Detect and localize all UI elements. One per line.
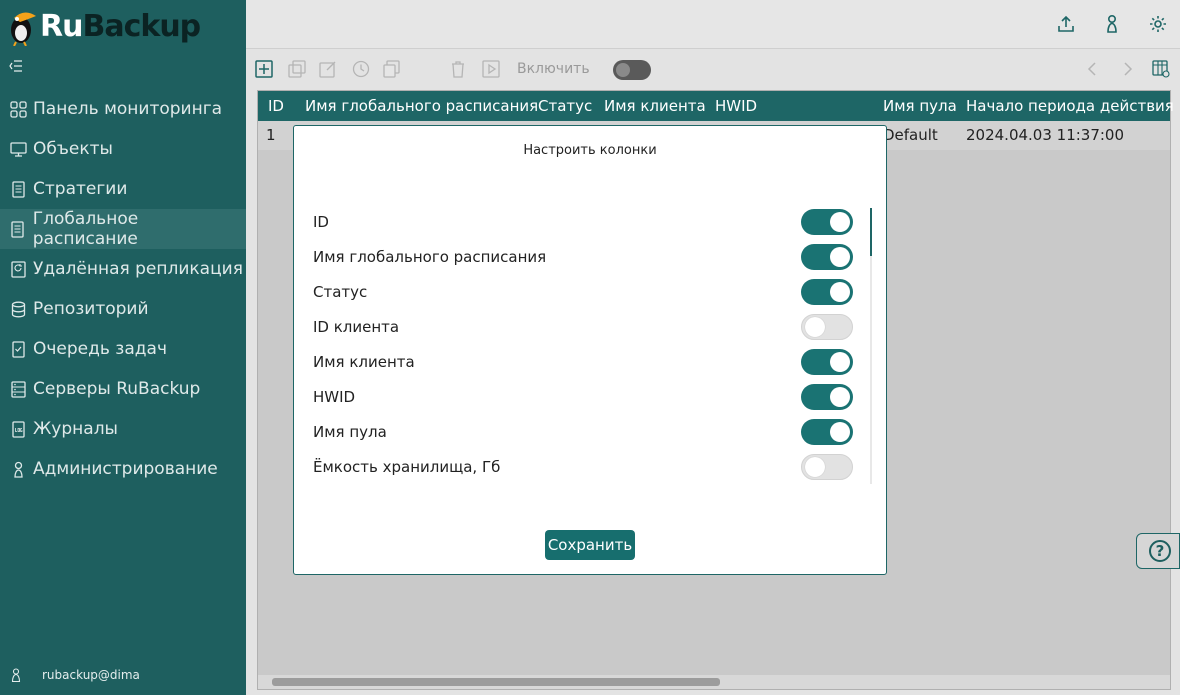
chevron-left-icon[interactable]	[1084, 60, 1102, 78]
column-header[interactable]: Имя пула	[883, 97, 957, 115]
cell-pool: Default	[883, 126, 938, 144]
top-bar	[246, 0, 1180, 49]
sidebar-item-label: Панель мониторинга	[33, 99, 223, 119]
column-toggle-switch[interactable]	[801, 384, 853, 410]
app-logo[interactable]: RuBackup	[6, 4, 201, 48]
sidebar-item-label: Удалённая репликация	[33, 259, 243, 279]
column-toggle-row: HWID	[313, 383, 873, 418]
cell-start: 2024.04.03 11:37:00	[966, 126, 1125, 144]
column-settings-icon[interactable]	[1152, 60, 1170, 78]
column-toggle-switch[interactable]	[801, 419, 853, 445]
save-button[interactable]: Сохранить	[545, 530, 635, 560]
column-toggle-label: ID клиента	[313, 318, 400, 336]
column-header[interactable]: Имя клиента	[604, 97, 706, 115]
sidebar-item-monitoring[interactable]: Панель мониторинга	[0, 89, 246, 129]
admin-icon	[9, 460, 27, 478]
server-icon	[9, 380, 27, 398]
current-user[interactable]: rubackup@dima	[10, 668, 140, 682]
sidebar-item-label: Стратегии	[33, 179, 128, 199]
configure-columns-dialog: Настроить колонки ID Имя глобального рас…	[293, 125, 887, 575]
cell-id: 1	[266, 126, 276, 144]
sidebar-nav: Панель мониторинга Объекты Стратегии Гло…	[0, 89, 246, 489]
column-toggle-label: Ёмкость хранилища, Гб	[313, 458, 501, 476]
sidebar-item-global-schedule[interactable]: Глобальное расписание	[0, 209, 246, 249]
enable-label: Включить	[517, 61, 590, 77]
column-toggle-label: ID	[313, 213, 329, 231]
delete-icon[interactable]	[449, 60, 467, 78]
column-toggle-switch[interactable]	[801, 314, 853, 340]
sidebar: RuBackup Панель мониторинга Объекты Стра…	[0, 0, 246, 695]
column-list-scrollbar[interactable]	[870, 208, 872, 484]
add-icon[interactable]	[255, 60, 273, 78]
column-toggle-list: ID Имя глобального расписания Статус ID …	[313, 208, 873, 484]
upload-icon[interactable]	[1056, 14, 1076, 34]
schedule-icon	[9, 220, 27, 238]
toucan-logo-icon	[11, 12, 36, 46]
column-toggle-row: Статус	[313, 278, 873, 313]
edit-icon[interactable]	[319, 60, 337, 78]
chevron-right-icon[interactable]	[1118, 60, 1136, 78]
column-toggle-label: Статус	[313, 283, 368, 301]
document-icon	[9, 180, 27, 198]
column-header[interactable]: ID	[268, 97, 284, 115]
clock-icon[interactable]	[352, 60, 370, 78]
logo-text: RuBackup	[40, 8, 201, 44]
checklist-icon	[9, 340, 27, 358]
column-toggle-switch[interactable]	[801, 244, 853, 270]
column-toggle-switch[interactable]	[801, 349, 853, 375]
sidebar-item-label: Репозиторий	[33, 299, 149, 319]
column-toggle-label: HWID	[313, 388, 356, 406]
enable-toggle[interactable]	[613, 60, 651, 80]
column-toggle-row: Имя клиента	[313, 348, 873, 383]
help-button[interactable]: ?	[1136, 533, 1180, 569]
sidebar-item-label: Серверы RuBackup	[33, 379, 201, 399]
table-header: ID Имя глобального расписания Статус Имя…	[258, 91, 1174, 121]
column-header[interactable]: Начало периода действия	[966, 97, 1174, 115]
column-toggle-row: Имя глобального расписания	[313, 243, 873, 278]
clone-icon[interactable]	[288, 60, 306, 78]
question-icon: ?	[1149, 540, 1171, 562]
sidebar-item-objects[interactable]: Объекты	[0, 129, 246, 169]
column-toggle-row: Ёмкость хранилища, Гб	[313, 453, 873, 484]
collapse-menu-icon[interactable]	[9, 60, 23, 76]
column-toggle-label: Имя глобального расписания	[313, 248, 547, 266]
column-toggle-row: ID клиента	[313, 313, 873, 348]
user-profile-icon[interactable]	[1102, 14, 1122, 34]
sidebar-item-label: Объекты	[33, 139, 113, 159]
run-icon[interactable]	[482, 60, 500, 78]
log-icon	[9, 420, 27, 438]
copy-icon[interactable]	[383, 60, 401, 78]
sidebar-item-administration[interactable]: Администрирование	[0, 449, 246, 489]
sidebar-item-logs[interactable]: Журналы	[0, 409, 246, 449]
monitor-icon	[9, 140, 27, 158]
column-toggle-row: Имя пула	[313, 418, 873, 453]
user-name: rubackup@dima	[42, 668, 140, 682]
column-header[interactable]: Статус	[538, 97, 592, 115]
sidebar-item-repository[interactable]: Репозиторий	[0, 289, 246, 329]
table-toolbar: Включить	[246, 56, 1180, 84]
sidebar-item-task-queue[interactable]: Очередь задач	[0, 329, 246, 369]
sidebar-item-label: Журналы	[33, 419, 118, 439]
column-toggle-switch[interactable]	[801, 209, 853, 235]
sidebar-item-label: Глобальное расписание	[32, 209, 139, 249]
column-header[interactable]: Имя глобального расписания	[305, 97, 538, 115]
column-toggle-row: ID	[313, 208, 873, 243]
column-toggle-switch[interactable]	[801, 454, 853, 480]
sidebar-item-servers[interactable]: Серверы RuBackup	[0, 369, 246, 409]
column-toggle-label: Имя клиента	[313, 353, 415, 371]
sidebar-item-strategies[interactable]: Стратегии	[0, 169, 246, 209]
column-header[interactable]: HWID	[715, 97, 757, 115]
database-icon	[9, 300, 27, 318]
dialog-title: Настроить колонки	[523, 143, 657, 158]
replication-icon	[9, 260, 27, 278]
column-toggle-label: Имя пула	[313, 423, 387, 441]
user-icon	[11, 668, 21, 682]
dashboard-icon	[9, 100, 27, 118]
sidebar-item-label: Очередь задач	[33, 339, 167, 359]
sidebar-item-label: Администрирование	[33, 459, 218, 479]
column-toggle-switch[interactable]	[801, 279, 853, 305]
horizontal-scrollbar[interactable]	[258, 675, 1170, 689]
sidebar-item-replication[interactable]: Удалённая репликация	[0, 249, 246, 289]
settings-gear-icon[interactable]	[1148, 14, 1168, 34]
